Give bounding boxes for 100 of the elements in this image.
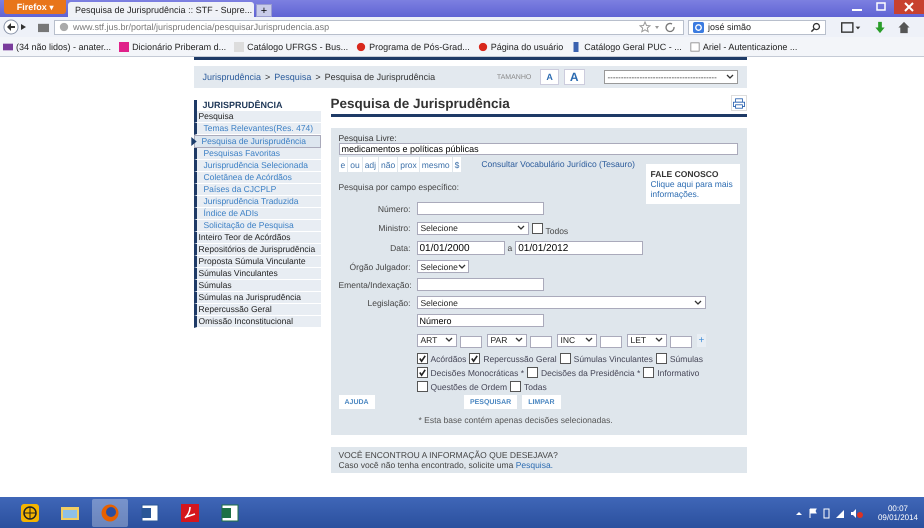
bookmark-item[interactable]: Catálogo Geral PUC - ... bbox=[571, 42, 682, 52]
window-icon[interactable] bbox=[840, 20, 862, 34]
search-engine-icon bbox=[693, 22, 704, 32]
operator-button[interactable]: mesmo bbox=[420, 157, 452, 172]
checkbox-label: Decisões da Presidência * bbox=[541, 368, 640, 378]
bookmark-item[interactable]: (34 não lidos) - anater... bbox=[3, 42, 112, 52]
breadcrumb-separator: > bbox=[265, 72, 270, 82]
select-field[interactable]: PAR bbox=[486, 334, 526, 346]
sidebar-item[interactable]: Proposta Súmula Vinculante bbox=[194, 256, 320, 268]
checkbox[interactable] bbox=[469, 353, 480, 364]
sidebar-item[interactable]: Súmulas na Jurisprudência bbox=[194, 292, 320, 304]
sidebar-item[interactable]: Repositórios de Jurisprudência bbox=[194, 244, 320, 256]
field-label: Ministro: bbox=[377, 223, 410, 233]
globe-icon bbox=[59, 22, 69, 32]
search-icon[interactable] bbox=[810, 22, 821, 32]
checkbox-label: Repercussão Geral bbox=[483, 354, 557, 364]
select-field[interactable]: ART bbox=[416, 334, 456, 346]
address-bar[interactable]: www.stf.jus.br/portal/jurisprudencia/pesquisarJurisprudencia.asp bbox=[54, 20, 684, 34]
date-to-field[interactable]: 01/01/2012 bbox=[515, 241, 644, 255]
print-button[interactable] bbox=[730, 95, 746, 111]
sidebar-subitem[interactable]: Temas Relevantes(Res. 474) bbox=[194, 123, 320, 135]
section-label: Pesquisa por campo específico: bbox=[338, 182, 459, 192]
contact-link[interactable]: Clique aqui para mais informações. bbox=[650, 179, 734, 199]
new-tab-button[interactable]: + bbox=[256, 4, 272, 17]
select-field[interactable]: Selecione bbox=[416, 296, 706, 309]
select-field[interactable]: Selecione bbox=[416, 260, 468, 273]
checkbox[interactable] bbox=[532, 222, 542, 234]
input-field[interactable] bbox=[416, 202, 544, 215]
free-search-field[interactable]: medicamentos e políticas públicas bbox=[338, 143, 738, 155]
sidebar-subitem[interactable]: Jurisprudência Selecionada bbox=[194, 160, 320, 172]
date-from-field[interactable]: 01/01/2000 bbox=[416, 241, 504, 255]
operator-button[interactable]: e bbox=[338, 157, 348, 172]
page-title: Pesquisa de Jurisprudência bbox=[330, 96, 510, 110]
number-field[interactable]: Número bbox=[416, 314, 544, 327]
checkbox[interactable] bbox=[527, 367, 538, 378]
close-icon[interactable] bbox=[894, 0, 924, 14]
home-icon[interactable] bbox=[898, 20, 910, 34]
sidebar-item[interactable]: Omissão Inconstitucional bbox=[194, 316, 320, 328]
checkbox-label: Informativo bbox=[657, 368, 700, 378]
chevron-icon bbox=[516, 225, 524, 231]
sidebar-subitem[interactable]: Países da CJCPLP bbox=[194, 184, 320, 196]
thesaurus-link[interactable]: Consultar Vocabulário Jurídico (Tesauro) bbox=[481, 159, 635, 169]
checkbox[interactable] bbox=[643, 367, 654, 378]
search-field[interactable]: josé simão bbox=[688, 20, 826, 34]
sidebar-item[interactable]: Pesquisa bbox=[194, 111, 320, 123]
bookmark-item[interactable]: Dicionário Priberam d... bbox=[119, 42, 226, 52]
sidebar-subitem[interactable]: Coletânea de Acórdãos bbox=[194, 172, 320, 184]
selected-arrow-icon bbox=[190, 137, 196, 146]
sidebar-subitem[interactable]: Pesquisas Favoritas bbox=[194, 148, 320, 160]
checkbox[interactable] bbox=[560, 353, 571, 364]
font-size-button[interactable]: A bbox=[564, 69, 584, 85]
checkbox[interactable] bbox=[416, 381, 428, 392]
bookmark-icon bbox=[356, 42, 366, 52]
select-field[interactable]: Selecione bbox=[416, 222, 528, 234]
field-label: Ementa/Indexação: bbox=[338, 280, 410, 290]
breadcrumb-item[interactable]: Jurisprudência bbox=[202, 72, 262, 82]
sidebar-item[interactable]: Inteiro Teor de Acórdãos bbox=[194, 232, 320, 244]
input-field[interactable] bbox=[530, 336, 552, 348]
input-field[interactable] bbox=[670, 336, 692, 348]
clock-date: 09/01/2014 bbox=[878, 512, 918, 522]
browser-icon bbox=[100, 502, 120, 522]
printer-icon bbox=[732, 98, 744, 108]
input-field[interactable] bbox=[600, 336, 622, 348]
checkbox[interactable] bbox=[416, 353, 428, 364]
breadcrumb-item[interactable]: Pesquisa bbox=[274, 72, 312, 82]
input-field[interactable] bbox=[416, 278, 544, 291]
bookmark-item[interactable]: Ariel - Autenticazione ... bbox=[690, 42, 798, 52]
select-field[interactable]: LET bbox=[626, 334, 666, 346]
globe-icon bbox=[20, 502, 40, 522]
operator-button[interactable]: ou bbox=[348, 157, 362, 172]
input-field[interactable] bbox=[460, 336, 482, 348]
sidebar-subitem[interactable]: Jurisprudência Traduzida bbox=[194, 196, 320, 208]
pdf-icon bbox=[180, 502, 200, 522]
checkbox[interactable] bbox=[510, 381, 522, 392]
request-link[interactable]: Pesquisa. bbox=[516, 460, 554, 470]
download-icon[interactable] bbox=[874, 20, 886, 34]
field-label: Data: bbox=[389, 243, 410, 253]
checkbox[interactable] bbox=[656, 353, 667, 364]
sidebar-subitem[interactable]: Solicitação de Pesquisa bbox=[194, 220, 320, 232]
checkbox-label: Questões de Ordem bbox=[430, 382, 508, 392]
checkbox-label: Súmulas Vinculantes bbox=[574, 354, 653, 364]
operator-button[interactable]: $ bbox=[452, 157, 462, 172]
field-label: Legislação: bbox=[366, 298, 410, 308]
sidebar-subitem[interactable]: Índice de ADIs bbox=[194, 208, 320, 220]
sidebar-item[interactable]: Repercussão Geral bbox=[194, 304, 320, 316]
checkbox[interactable] bbox=[416, 367, 428, 378]
operator-button[interactable]: adj bbox=[362, 157, 378, 172]
system-tray-icons[interactable] bbox=[794, 506, 864, 518]
operator-button[interactable]: não bbox=[379, 157, 398, 172]
chevron-icon bbox=[514, 337, 522, 343]
bookmark-item[interactable]: Programa de Pós-Grad... bbox=[356, 42, 470, 52]
browser-tab[interactable]: Pesquisa de Jurisprudência :: STF - Supre... bbox=[68, 2, 254, 17]
select-field[interactable]: INC bbox=[556, 334, 596, 346]
site-select[interactable]: ----------------------------------------- bbox=[604, 70, 738, 84]
bookmark-item[interactable]: Página do usuário bbox=[478, 42, 564, 52]
font-size-button[interactable]: A bbox=[540, 69, 559, 85]
operator-button[interactable]: prox bbox=[398, 157, 419, 172]
sidebar-item[interactable]: Súmulas bbox=[194, 280, 320, 292]
bookmark-item[interactable]: Catálogo UFRGS - Bus... bbox=[234, 42, 348, 52]
sidebar-item[interactable]: Súmulas Vinculantes bbox=[194, 268, 320, 280]
